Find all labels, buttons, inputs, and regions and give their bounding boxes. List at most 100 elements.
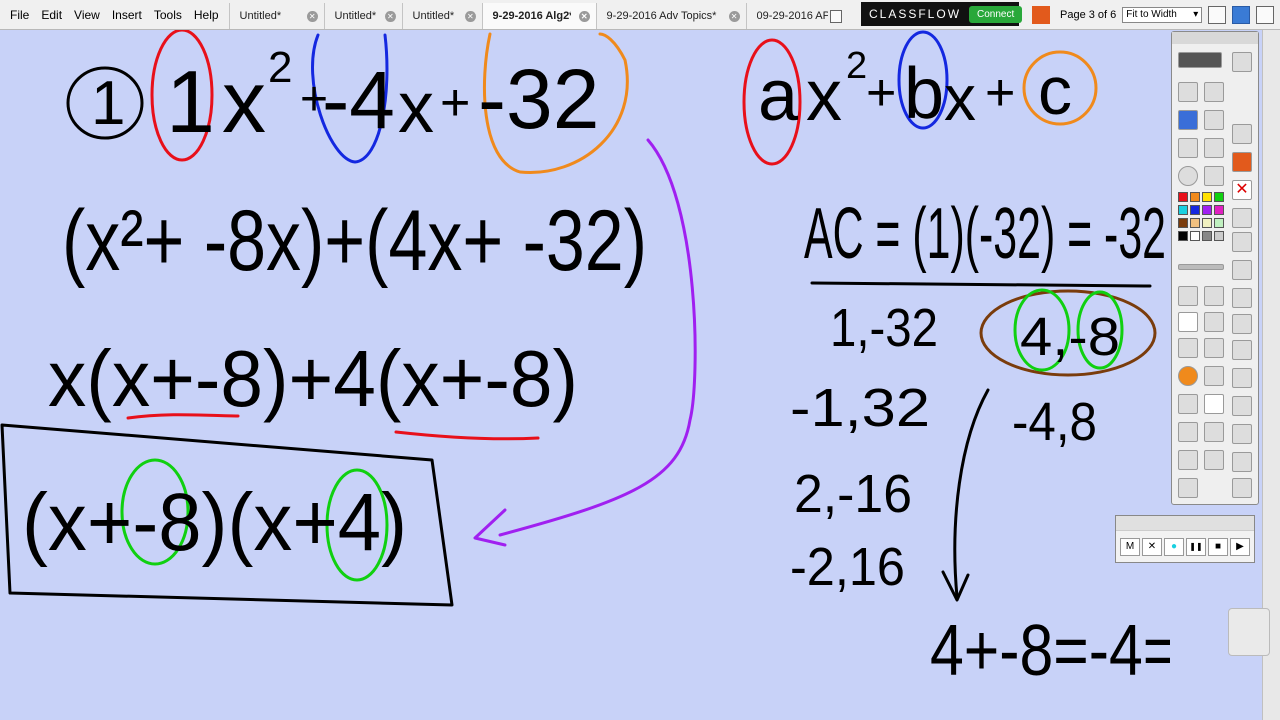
connector-icon[interactable] xyxy=(1204,366,1224,386)
close-icon[interactable]: ✕ xyxy=(728,10,740,22)
close-icon[interactable]: ✕ xyxy=(385,10,396,22)
delete-icon[interactable]: ✕ xyxy=(1232,180,1252,200)
color-swatch[interactable] xyxy=(1190,205,1200,215)
tab-alg2[interactable]: 9-29-2016 Alg2* ✕ xyxy=(481,3,596,29)
color-swatch[interactable] xyxy=(1178,231,1188,241)
color-swatch[interactable] xyxy=(1214,192,1224,202)
share-icon[interactable] xyxy=(1178,52,1222,68)
arrange-icon[interactable] xyxy=(1204,110,1224,130)
flipchart-orange-icon[interactable] xyxy=(1232,152,1252,172)
std-x-2: x xyxy=(944,62,976,134)
text-icon[interactable] xyxy=(1204,394,1224,414)
colors-icon[interactable] xyxy=(1232,208,1252,228)
minimize-icon[interactable] xyxy=(1208,5,1227,24)
color-swatch[interactable] xyxy=(1202,218,1212,228)
std-a: a xyxy=(758,56,799,136)
save-icon[interactable] xyxy=(1232,260,1252,280)
ruler-icon[interactable] xyxy=(1232,424,1252,444)
color-swatch[interactable] xyxy=(1214,218,1224,228)
close-icon[interactable]: ✕ xyxy=(465,10,476,22)
answer-line: (x+-8)(x+4) xyxy=(22,477,407,568)
menu-tools[interactable]: Tools xyxy=(148,8,188,22)
tab-adv-topics[interactable]: 9-29-2016 Adv Topics* ✕ xyxy=(595,3,746,29)
stop-button[interactable]: ■ xyxy=(1208,538,1228,556)
document-tabs: Untitled* ✕ Untitled* ✕ Untitled* ✕ 9-29-20… xyxy=(228,0,844,29)
folder-icon[interactable] xyxy=(1232,452,1252,472)
menu-help[interactable]: Help xyxy=(188,8,225,22)
undo-icon[interactable] xyxy=(1178,450,1198,470)
pair-4: -2,16 xyxy=(790,537,905,597)
close-window-icon[interactable] xyxy=(1256,5,1275,24)
color-swatch[interactable] xyxy=(1190,192,1200,202)
menu-edit[interactable]: Edit xyxy=(35,8,68,22)
eraser-icon[interactable] xyxy=(1178,338,1198,358)
browser-icon[interactable] xyxy=(1178,82,1198,102)
tools-icon[interactable] xyxy=(1204,286,1224,306)
flipchart-icon[interactable] xyxy=(1032,5,1050,24)
std-x: x xyxy=(806,56,842,136)
zoom-select[interactable]: Fit to Width ▾ xyxy=(1122,6,1203,23)
tab-ap-calc[interactable]: 09-29-2016 AP Ca xyxy=(745,3,844,29)
tab-list-icon[interactable] xyxy=(829,9,842,23)
pen-icon[interactable] xyxy=(1178,312,1198,332)
page-icon[interactable] xyxy=(1232,124,1252,144)
tab-untitled-2[interactable]: Untitled* ✕ xyxy=(323,3,402,29)
play-button[interactable]: ▶ xyxy=(1230,538,1250,556)
highlighter-icon[interactable] xyxy=(1204,312,1224,332)
zoom-icon[interactable] xyxy=(1232,396,1252,416)
shape-icon[interactable] xyxy=(1178,366,1198,386)
color-swatch[interactable] xyxy=(1178,192,1188,202)
color-swatch[interactable] xyxy=(1202,205,1212,215)
recorder-close-button[interactable]: ✕ xyxy=(1142,538,1162,556)
collapse-icon[interactable] xyxy=(1232,478,1252,498)
fit-icon[interactable] xyxy=(1232,5,1251,24)
color-swatch[interactable] xyxy=(1202,231,1212,241)
color-swatch[interactable] xyxy=(1214,205,1224,215)
prev-page-icon[interactable] xyxy=(1178,138,1198,158)
notes-icon[interactable] xyxy=(1204,82,1224,102)
reset-icon[interactable] xyxy=(1204,422,1224,442)
magic-ink-icon[interactable] xyxy=(1178,394,1198,414)
tab-untitled-3[interactable]: Untitled* ✕ xyxy=(401,3,482,29)
color-swatch[interactable] xyxy=(1202,192,1212,202)
pair-1: 1,-32 xyxy=(830,298,938,358)
fill-icon[interactable] xyxy=(1204,338,1224,358)
palette-side-icon[interactable] xyxy=(1232,288,1252,308)
pause-button[interactable]: ❚❚ xyxy=(1186,538,1206,556)
connect-button[interactable]: Connect xyxy=(969,5,1023,23)
color-swatch[interactable] xyxy=(1190,231,1200,241)
grid-icon[interactable] xyxy=(1232,340,1252,360)
std-exp: 2 xyxy=(846,45,867,87)
menu-view[interactable]: View xyxy=(68,8,106,22)
color-swatch[interactable] xyxy=(1178,205,1188,215)
select-icon[interactable] xyxy=(1178,286,1198,306)
tab-untitled-1[interactable]: Untitled* ✕ xyxy=(228,3,324,29)
camera-icon[interactable] xyxy=(1232,314,1252,334)
redo-icon[interactable] xyxy=(1204,450,1224,470)
close-icon[interactable]: ✕ xyxy=(307,10,318,22)
print-icon[interactable] xyxy=(1232,368,1252,388)
trash-icon[interactable] xyxy=(1228,608,1270,656)
menu-file[interactable]: File xyxy=(4,8,35,22)
mode-icon[interactable] xyxy=(1178,110,1198,130)
color-swatch[interactable] xyxy=(1214,231,1224,241)
palette-header[interactable] xyxy=(1172,32,1258,44)
record-button[interactable]: ● xyxy=(1164,538,1184,556)
play-icon[interactable] xyxy=(1178,166,1198,186)
chevron-down-icon: ▾ xyxy=(1193,9,1199,20)
whiteboard-canvas[interactable]: 1 1 x 2 + -4 x + -32 (x²+ -8x)+(4x+ -32)… xyxy=(0,30,1170,720)
next-page-icon[interactable] xyxy=(1204,138,1224,158)
close-icon[interactable]: ✕ xyxy=(578,10,590,22)
toolbox-icon[interactable] xyxy=(1178,478,1198,498)
settings-icon[interactable] xyxy=(1232,52,1252,72)
recorder-header[interactable] xyxy=(1116,516,1254,531)
pair-3: 2,-16 xyxy=(794,464,912,524)
color-swatch[interactable] xyxy=(1190,218,1200,228)
menu-insert[interactable]: Insert xyxy=(106,8,148,22)
lock-icon[interactable] xyxy=(1232,232,1252,252)
spotlight-icon[interactable] xyxy=(1204,166,1224,186)
width-slider[interactable] xyxy=(1178,264,1224,270)
color-swatch[interactable] xyxy=(1178,218,1188,228)
clear-icon[interactable] xyxy=(1178,422,1198,442)
recorder-menu-button[interactable]: M xyxy=(1120,538,1140,556)
